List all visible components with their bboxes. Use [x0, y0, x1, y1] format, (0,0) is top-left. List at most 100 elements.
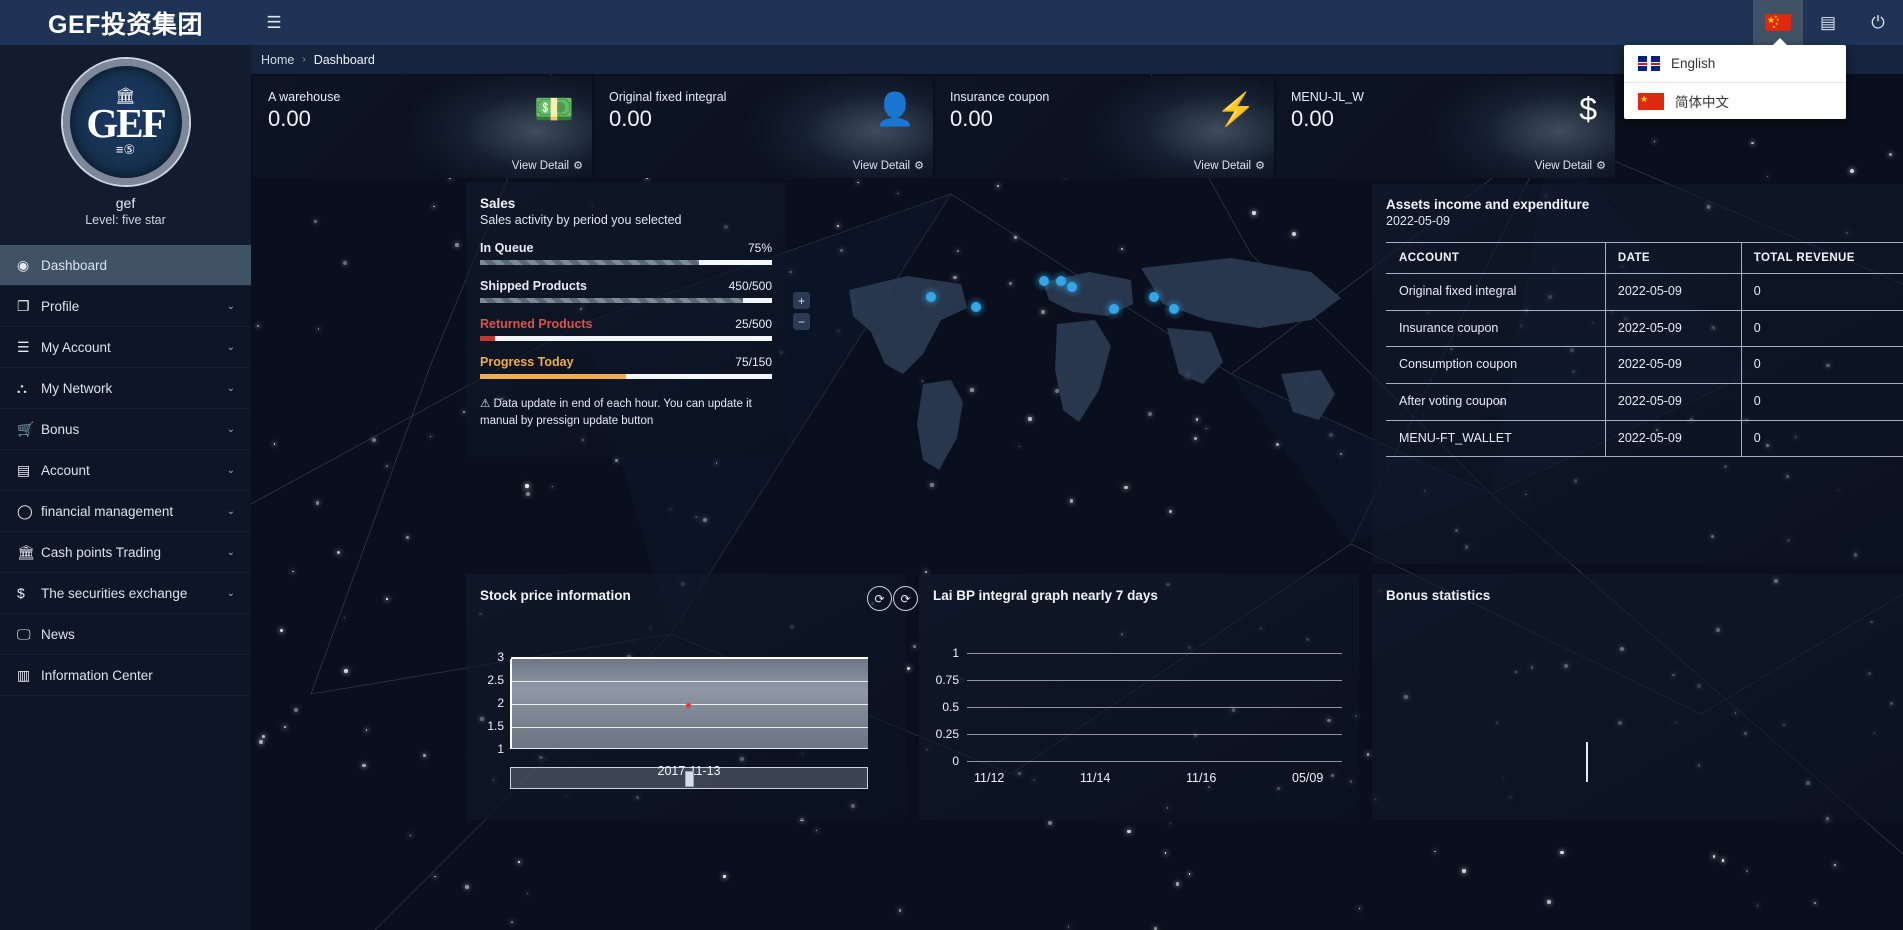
monitor-icon: 🖵	[17, 626, 41, 643]
cell-revenue: 0	[1741, 274, 1903, 311]
power-button[interactable]: ⏻	[1853, 0, 1903, 45]
cell-revenue: 0	[1741, 347, 1903, 384]
stat-card: MENU-JL_W0.00$View Detail⚙	[1276, 76, 1615, 178]
bp-gridline	[967, 653, 1342, 654]
list-button[interactable]: ▤	[1803, 0, 1853, 45]
stat-card: A warehouse0.00💵View Detail⚙	[253, 76, 592, 178]
sidebar-item-information-center[interactable]: ▥Information Center	[0, 655, 251, 696]
view-detail-link[interactable]: View Detail ⚙	[853, 159, 924, 172]
bp-refresh-button[interactable]: ⟳	[893, 586, 918, 611]
sidebar-item-bonus[interactable]: 🛒Bonus⌄	[0, 409, 251, 450]
breadcrumb-home[interactable]: Home	[261, 53, 294, 67]
table-row: MENU-FT_WALLET2022-05-0900	[1386, 420, 1903, 457]
cn-flag-icon: ★	[1638, 93, 1664, 110]
progress-bar-row: In Queue75%	[480, 241, 772, 265]
view-detail-label: View Detail	[853, 160, 910, 172]
sidebar-item-my-network[interactable]: ⛬My Network⌄	[0, 368, 251, 409]
sidebar-item-label: Profile	[41, 299, 227, 314]
world-map	[811, 224, 1371, 494]
sidebar-item-account[interactable]: ▤Account⌄	[0, 450, 251, 491]
cell-revenue: 0	[1741, 420, 1903, 457]
sidebar-item-financial-management[interactable]: ◯financial management⌄	[0, 491, 251, 532]
chevron-down-icon: ⌄	[227, 588, 235, 599]
map-marker	[1149, 292, 1159, 302]
stock-y-tick: 2	[466, 696, 504, 710]
view-detail-link[interactable]: View Detail ⚙	[1194, 159, 1265, 172]
brand-header: GEF投资集团	[0, 0, 251, 45]
sidebar-item-cash-points-trading[interactable]: 🏛Cash points Trading⌄	[0, 532, 251, 573]
sidebar-item-label: My Account	[41, 340, 227, 355]
sidebar-item-my-account[interactable]: ☰My Account⌄	[0, 327, 251, 368]
stock-refresh-button[interactable]: ⟳	[867, 586, 892, 611]
dashboard-icon: ◉	[17, 257, 41, 274]
stat-card: Insurance coupon0.00⚡View Detail⚙	[935, 76, 1274, 178]
sidebar-item-label: financial management	[41, 504, 227, 519]
progress-bar-track	[480, 374, 772, 379]
language-dropdown[interactable]: English ★ 简体中文	[1624, 45, 1846, 119]
dashboard-page: GEF投资集团 🏛 GEF ≡⑤ gef Level: five star ◉D…	[0, 0, 1903, 930]
language-option-label: 简体中文	[1675, 91, 1729, 111]
cart-icon: 🛒	[17, 421, 41, 438]
breadcrumb-separator-icon: ›	[302, 54, 305, 65]
bonus-title: Bonus statistics	[1386, 588, 1903, 603]
language-option-label: English	[1671, 56, 1715, 71]
table-column-header: ACCOUNT	[1386, 243, 1605, 274]
chevron-down-icon: ⌄	[227, 383, 235, 394]
bp-gridline	[967, 734, 1342, 735]
sidebar-nav: ◉Dashboard❐Profile⌄☰My Account⌄⛬My Netwo…	[0, 245, 251, 930]
zoom-in-button[interactable]: +	[793, 292, 810, 309]
cell-date: 2022-05-09	[1605, 383, 1741, 420]
bp-y-tick: 0	[919, 754, 959, 768]
cell-account: Original fixed integral	[1386, 274, 1605, 311]
view-detail-label: View Detail	[1194, 160, 1251, 172]
progress-bar-fill	[480, 336, 495, 341]
menu-toggle-icon[interactable]: ☰	[251, 0, 297, 45]
language-option-english[interactable]: English	[1624, 45, 1846, 82]
sidebar-item-label: Information Center	[41, 668, 235, 683]
network-icon: ⛬	[17, 380, 41, 397]
progress-bar-track	[480, 298, 772, 303]
progress-bar-label: Returned Products	[480, 317, 593, 331]
sidebar-item-dashboard[interactable]: ◉Dashboard	[0, 245, 251, 286]
gear-icon: ⚙	[1596, 160, 1606, 172]
database-icon: ☰	[17, 339, 41, 356]
language-option-chinese[interactable]: ★ 简体中文	[1624, 82, 1846, 119]
uk-flag-icon	[1638, 56, 1660, 71]
sidebar-item-profile[interactable]: ❐Profile⌄	[0, 286, 251, 327]
sales-note: ⚠ Data update in end of each hour. You c…	[480, 396, 772, 429]
sales-title: Sales	[480, 196, 772, 211]
sidebar-item-news[interactable]: 🖵News	[0, 614, 251, 655]
table-row: Insurance coupon2022-05-0900	[1386, 310, 1903, 347]
progress-bar-track	[480, 336, 772, 341]
sales-subtitle: Sales activity by period you selected	[480, 213, 772, 227]
stock-date-slider[interactable]: 2017-11-13	[510, 767, 868, 789]
dollar-icon: $	[17, 585, 41, 601]
sales-bars: In Queue75%Shipped Products450/500Return…	[480, 241, 772, 379]
zoom-out-button[interactable]: −	[793, 313, 810, 330]
table-header-row: ACCOUNTDATETOTAL REVENUETOTAL SPENDING	[1386, 243, 1903, 274]
gear-icon: ⚙	[914, 160, 924, 172]
cell-date: 2022-05-09	[1605, 310, 1741, 347]
stat-card-value: 0.00	[268, 106, 311, 132]
table-row: Original fixed integral2022-05-0900	[1386, 274, 1903, 311]
stat-card-label: MENU-JL_W	[1291, 90, 1364, 104]
top-bar: ☰ ★★★ ★★ ▤ ⏻	[251, 0, 1903, 45]
main-area: ☰ ★★★ ★★ ▤ ⏻ English★简体中文 Home › Dashboa…	[251, 0, 1903, 930]
user-profile-block: 🏛 GEF ≡⑤ gef Level: five star	[0, 45, 251, 245]
bp-x-tick: 11/12	[974, 771, 1004, 785]
map-marker	[926, 292, 936, 302]
stat-card-value: 0.00	[950, 106, 993, 132]
slider-handle[interactable]	[685, 771, 694, 787]
map-marker	[1067, 282, 1077, 292]
zoom-controls: + −	[793, 292, 810, 334]
sidebar-item-label: Dashboard	[41, 258, 235, 273]
bp-y-tick: 1	[919, 646, 959, 660]
sidebar-item-the-securities-exchange[interactable]: $The securities exchange⌄	[0, 573, 251, 614]
stat-card: Original fixed integral0.00👤View Detail⚙	[594, 76, 933, 178]
gear-icon: ⚙	[1255, 160, 1265, 172]
view-detail-link[interactable]: View Detail⚙	[1535, 159, 1606, 172]
progress-bar-fill	[480, 374, 626, 379]
bp-y-tick: 0.75	[919, 673, 959, 687]
map-marker	[1039, 276, 1049, 286]
view-detail-link[interactable]: View Detail⚙	[512, 159, 583, 172]
